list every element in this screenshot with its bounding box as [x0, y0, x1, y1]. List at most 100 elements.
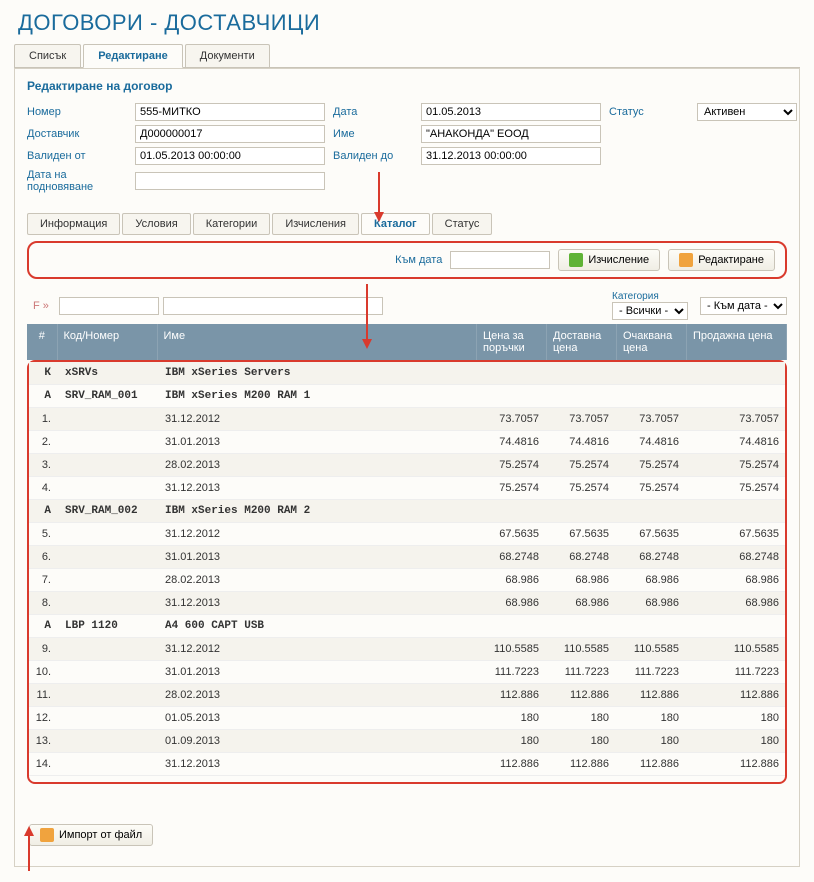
tab-edit[interactable]: Редактиране	[83, 44, 183, 68]
toolbar-to-date-label: Към дата	[395, 254, 442, 266]
cell-order-price: 112.886	[475, 753, 545, 776]
arrow-annotation-2	[362, 284, 372, 349]
table-row[interactable]: 13.01.09.2013180180180180	[29, 730, 785, 753]
cell-sale-price: 68.986	[685, 592, 785, 615]
cell-idx: А	[29, 500, 59, 523]
tab-list[interactable]: Списък	[14, 44, 81, 67]
col-supply-price[interactable]: Доставна цена	[547, 324, 617, 360]
table-row[interactable]: 12.01.05.2013180180180180	[29, 707, 785, 730]
input-number[interactable]	[135, 103, 325, 121]
cell-expect-price: 74.4816	[615, 431, 685, 454]
edit-button[interactable]: Редактиране	[668, 249, 775, 271]
subtab-catalog[interactable]: Каталог	[361, 213, 430, 235]
label-valid-to: Валиден до	[333, 150, 413, 162]
arrow-annotation-1	[374, 172, 384, 222]
cell-order-price: 67.5635	[475, 523, 545, 546]
select-status[interactable]: Активен	[697, 103, 797, 121]
table-row[interactable]: 7.28.02.201368.98668.98668.98668.986	[29, 569, 785, 592]
filter-toggle[interactable]: F »	[27, 296, 55, 316]
import-button[interactable]: Импорт от файл	[29, 824, 153, 846]
table-row[interactable]: 3.28.02.201375.257475.257475.257475.2574	[29, 454, 785, 477]
table-row[interactable]: 9.31.12.2012110.5585110.5585110.5585110.…	[29, 638, 785, 661]
col-code[interactable]: Код/Номер	[57, 324, 157, 360]
cell-supply-price: 112.886	[545, 684, 615, 707]
cell-name: IBM xSeries M200 RAM 1	[159, 385, 785, 408]
cell-expect-price: 111.7223	[615, 661, 685, 684]
table-row[interactable]: КxSRVsIBM xSeries Servers	[29, 362, 785, 385]
cell-idx: 4.	[29, 477, 59, 500]
table-row[interactable]: 14.31.12.2013112.886112.886112.886112.88…	[29, 753, 785, 776]
cell-name: IBM xSeries Servers	[159, 362, 785, 385]
input-renew[interactable]	[135, 172, 325, 190]
calc-icon	[569, 253, 583, 267]
cell-idx: 8.	[29, 592, 59, 615]
input-date[interactable]	[421, 103, 601, 121]
table-row[interactable]: 8.31.12.201368.98668.98668.98668.986	[29, 592, 785, 615]
cell-code	[59, 569, 159, 592]
filter-name-input[interactable]	[163, 297, 383, 315]
cell-supply-price: 68.2748	[545, 546, 615, 569]
table-row[interactable]: 10.31.01.2013111.7223111.7223111.7223111…	[29, 661, 785, 684]
input-name[interactable]	[421, 125, 601, 143]
cell-name: 31.12.2012	[159, 638, 475, 661]
cell-idx: 9.	[29, 638, 59, 661]
filter-row: F » Категория - Всички - - Към дата -	[27, 287, 787, 324]
cell-idx: 10.	[29, 661, 59, 684]
input-valid-from[interactable]	[135, 147, 325, 165]
label-number: Номер	[27, 106, 127, 118]
cell-order-price: 110.5585	[475, 638, 545, 661]
cell-expect-price: 67.5635	[615, 523, 685, 546]
subtab-categories[interactable]: Категории	[193, 213, 271, 235]
toolbar-to-date-input[interactable]	[450, 251, 550, 269]
table-row[interactable]: 11.28.02.2013112.886112.886112.886112.88…	[29, 684, 785, 707]
col-expect-price[interactable]: Очаквана цена	[617, 324, 687, 360]
cell-sale-price: 73.7057	[685, 408, 785, 431]
edit-button-label: Редактиране	[698, 254, 764, 266]
col-idx[interactable]: #	[27, 324, 57, 360]
calc-button[interactable]: Изчисление	[558, 249, 660, 271]
subtab-info[interactable]: Информация	[27, 213, 120, 235]
cell-order-price: 111.7223	[475, 661, 545, 684]
input-supplier[interactable]	[135, 125, 325, 143]
subtab-status[interactable]: Статус	[432, 213, 493, 235]
cell-idx: 2.	[29, 431, 59, 454]
col-name[interactable]: Име	[157, 324, 477, 360]
cell-supply-price: 180	[545, 730, 615, 753]
input-valid-to[interactable]	[421, 147, 601, 165]
cell-expect-price: 180	[615, 707, 685, 730]
cell-idx: 6.	[29, 546, 59, 569]
table-row[interactable]: 1.31.12.201273.705773.705773.705773.7057	[29, 408, 785, 431]
filter-code-input[interactable]	[59, 297, 159, 315]
cell-order-price: 180	[475, 730, 545, 753]
filter-category-select[interactable]: - Всички -	[612, 302, 688, 320]
table-row[interactable]: 5.31.12.201267.563567.563567.563567.5635	[29, 523, 785, 546]
cell-name: A4 600 CAPT USB	[159, 615, 785, 638]
cell-expect-price: 75.2574	[615, 454, 685, 477]
table-row[interactable]: АSRV_RAM_002IBM xSeries M200 RAM 2	[29, 500, 785, 523]
catalog-table-body: КxSRVsIBM xSeries ServersАSRV_RAM_001IBM…	[29, 362, 785, 776]
cell-name: 31.01.2013	[159, 661, 475, 684]
cell-code	[59, 730, 159, 753]
cell-sale-price: 180	[685, 707, 785, 730]
cell-expect-price: 68.2748	[615, 546, 685, 569]
arrow-annotation-3	[28, 826, 34, 871]
label-renew: Дата на подновяване	[27, 169, 127, 193]
table-row[interactable]: 2.31.01.201374.481674.481674.481674.4816	[29, 431, 785, 454]
subtab-conditions[interactable]: Условия	[122, 213, 190, 235]
cell-supply-price: 68.986	[545, 569, 615, 592]
table-row[interactable]: 4.31.12.201375.257475.257475.257475.2574	[29, 477, 785, 500]
cell-supply-price: 74.4816	[545, 431, 615, 454]
cell-idx: 12.	[29, 707, 59, 730]
page-title: ДОГОВОРИ - ДОСТАВЧИЦИ	[0, 0, 814, 44]
table-row[interactable]: АSRV_RAM_001IBM xSeries M200 RAM 1	[29, 385, 785, 408]
cell-supply-price: 75.2574	[545, 477, 615, 500]
table-row[interactable]: АLBP 1120A4 600 CAPT USB	[29, 615, 785, 638]
table-row[interactable]: 6.31.01.201368.274868.274868.274868.2748	[29, 546, 785, 569]
content-panel: Редактиране на договор Номер Дата Статус…	[14, 68, 800, 867]
tab-documents[interactable]: Документи	[185, 44, 270, 67]
col-sale-price[interactable]: Продажна цена	[687, 324, 787, 360]
filter-date-select[interactable]: - Към дата -	[700, 297, 787, 315]
subtab-calculations[interactable]: Изчисления	[272, 213, 359, 235]
cell-sale-price: 67.5635	[685, 523, 785, 546]
col-order-price[interactable]: Цена за поръчки	[477, 324, 547, 360]
